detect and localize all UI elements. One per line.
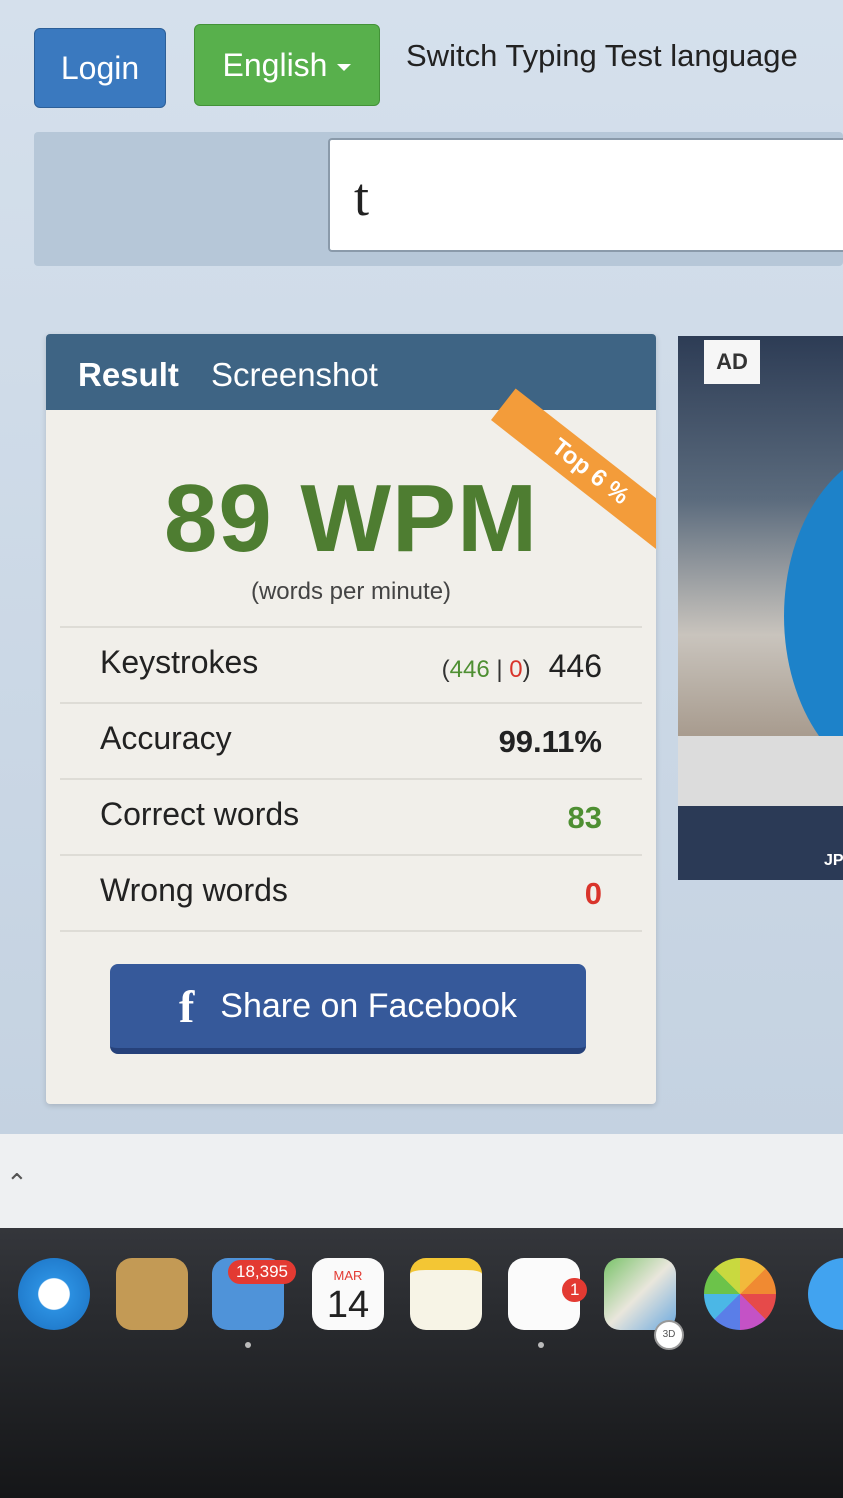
correct-words-value: 83 <box>567 800 602 835</box>
keystrokes-detail: (446 | 0) <box>442 656 531 683</box>
safari-icon[interactable] <box>18 1258 90 1330</box>
login-button-label: Login <box>60 49 140 86</box>
wrong-words-row: Wrong words 0 <box>60 854 642 930</box>
ad-corner-text: JP <box>824 852 843 869</box>
keystrokes-value: (446 | 0) 446 <box>442 648 602 685</box>
typing-input[interactable]: t <box>328 138 843 252</box>
wrong-words-label: Wrong words <box>100 872 288 908</box>
photos-icon[interactable] <box>704 1258 776 1330</box>
keystrokes-wrong: 0 <box>509 656 523 683</box>
keystrokes-separator: | <box>489 656 510 683</box>
browser-bottom-bar <box>0 1134 843 1230</box>
accuracy-label: Accuracy <box>100 720 232 756</box>
result-panel: Result Screenshot Top 6 % 89 WPM (words … <box>46 334 656 1104</box>
wpm-score: 89 WPM <box>163 465 539 572</box>
keystrokes-paren-open: ( <box>441 656 450 683</box>
mail-badge: 18,395 <box>228 1260 296 1284</box>
tab-result[interactable]: Result <box>78 356 179 394</box>
language-dropdown[interactable]: English <box>194 24 380 106</box>
wpm-caption: (words per minute) <box>250 578 452 605</box>
calendar-day: 14 <box>326 1284 370 1326</box>
running-indicator <box>245 1342 251 1348</box>
facebook-icon: f <box>178 980 195 1032</box>
keystrokes-row: Keystrokes (446 | 0) 446 <box>60 626 642 702</box>
accuracy-row: Accuracy 99.11% <box>60 702 642 778</box>
keystrokes-paren-close: ) <box>522 656 531 683</box>
chevron-down-icon <box>337 63 352 71</box>
ad-graphic <box>784 446 843 786</box>
share-on-facebook-button[interactable]: f Share on Facebook <box>110 964 586 1054</box>
chevron-up-icon[interactable]: ⌃ <box>6 1168 28 1199</box>
maps-3d-badge: 3D <box>654 1320 684 1350</box>
maps-icon[interactable] <box>604 1258 676 1330</box>
notes-icon[interactable] <box>410 1258 482 1330</box>
ad-image-band <box>678 806 843 880</box>
correct-words-row: Correct words 83 <box>60 778 642 854</box>
accuracy-value: 99.11% <box>498 724 602 759</box>
keystrokes-total: 446 <box>548 648 602 684</box>
language-dropdown-label: English <box>222 46 328 83</box>
correct-words-label: Correct words <box>100 796 300 832</box>
ad-label: AD <box>704 340 760 384</box>
advertisement[interactable]: AD JP <box>678 336 843 880</box>
language-hint: Switch Typing Test language <box>406 38 798 73</box>
row-divider <box>60 930 642 932</box>
calendar-month: MAR <box>333 1268 363 1283</box>
result-panel-header: Result Screenshot <box>46 334 656 410</box>
keystrokes-label: Keystrokes <box>100 644 259 680</box>
running-indicator <box>538 1342 544 1348</box>
contacts-icon[interactable] <box>116 1258 188 1330</box>
login-button[interactable]: Login <box>34 28 166 108</box>
tab-screenshot[interactable]: Screenshot <box>211 356 378 394</box>
wrong-words-value: 0 <box>584 876 602 911</box>
keystrokes-correct: 446 <box>449 656 490 683</box>
share-on-facebook-label: Share on Facebook <box>220 986 518 1025</box>
